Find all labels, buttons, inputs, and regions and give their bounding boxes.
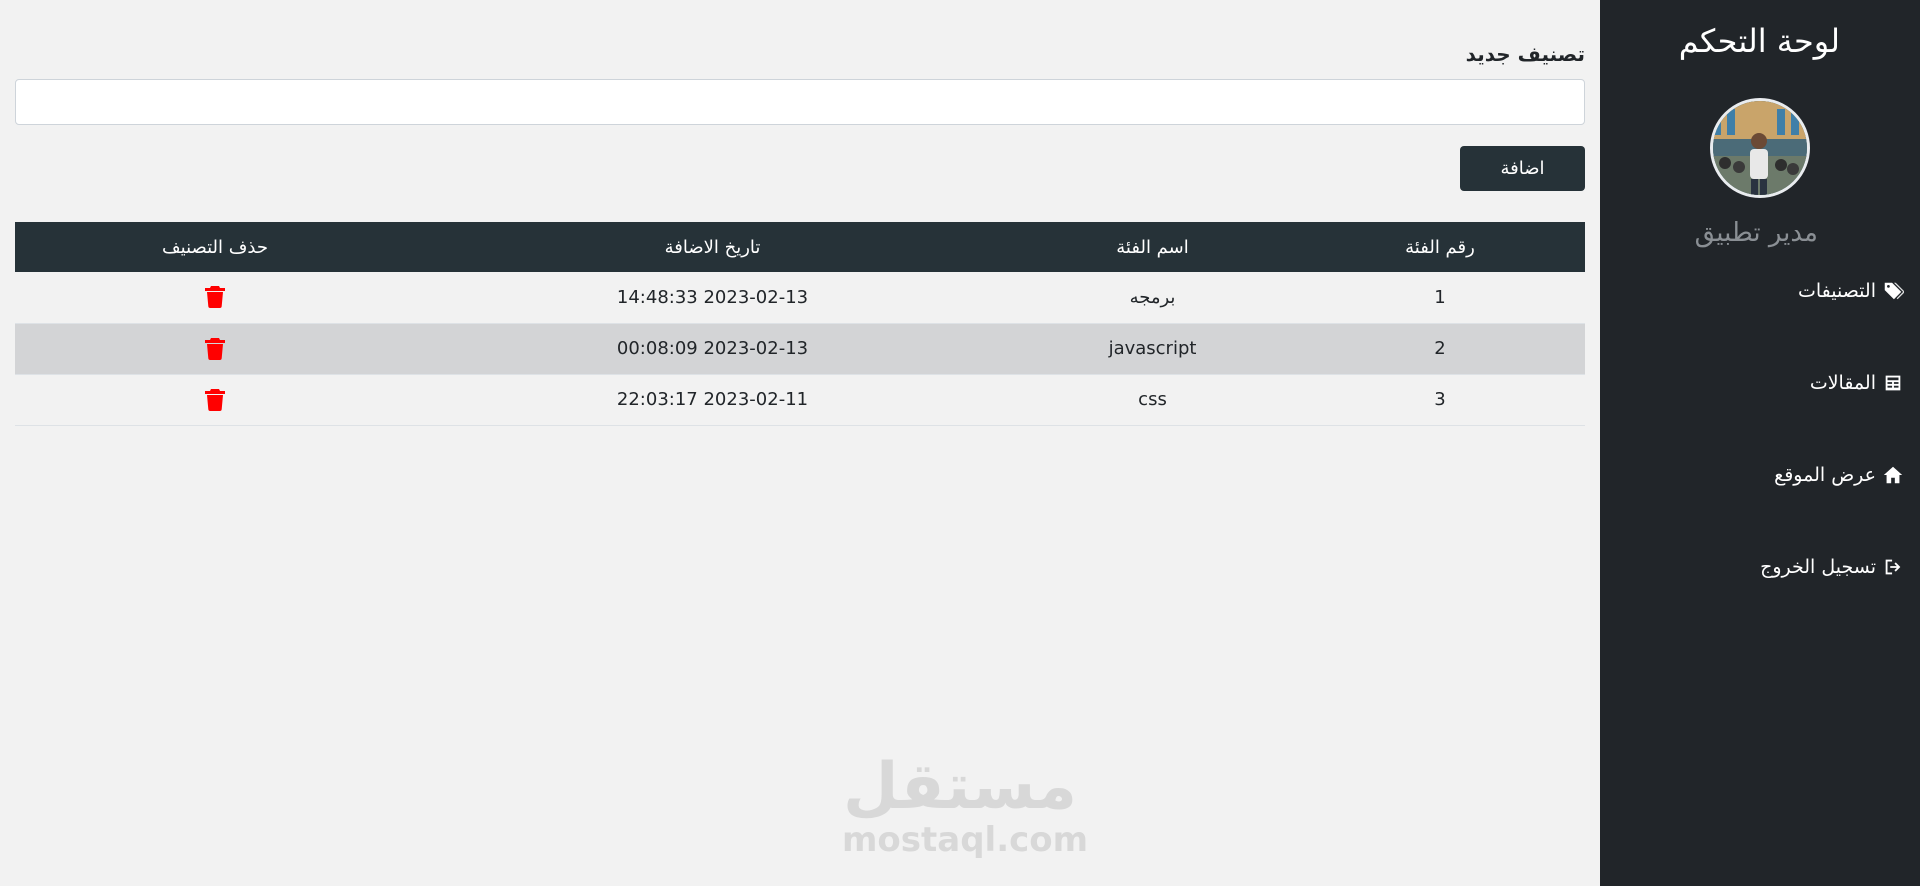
header-category-number: رقم الفئة [1295, 222, 1585, 272]
cell-date-added: 2023-02-13 00:08:09 [415, 323, 1010, 375]
delete-button[interactable] [205, 388, 225, 411]
header-date-added: تاريخ الاضافة [415, 222, 1010, 272]
avatar [1710, 98, 1810, 198]
header-category-name: اسم الفئة [1010, 222, 1295, 272]
tags-icon [1884, 282, 1904, 300]
trash-icon [205, 388, 225, 411]
new-category-label: تصنيف جديد [1465, 42, 1585, 66]
sidebar-item-articles[interactable]: المقالات [1810, 372, 1904, 394]
watermark-logo: مستقل [842, 750, 1078, 824]
watermark: مستقل mostaql.com [842, 750, 1089, 860]
cell-category-name: برمجه [1010, 272, 1295, 324]
add-button[interactable]: اضافة [1460, 146, 1585, 191]
categories-table: رقم الفئة اسم الفئة تاريخ الاضافة حذف ال… [15, 222, 1585, 426]
trash-icon [205, 337, 225, 360]
user-name: مدير تطبيق [1694, 218, 1818, 248]
cell-category-number: 2 [1295, 323, 1585, 375]
cell-date-added: 2023-02-13 14:48:33 [415, 272, 1010, 324]
sidebar-item-view-site[interactable]: عرض الموقع [1774, 464, 1904, 486]
cell-delete [15, 374, 415, 426]
new-category-input[interactable] [15, 79, 1585, 125]
cell-category-number: 3 [1295, 374, 1585, 426]
cell-category-name: css [1010, 374, 1295, 426]
sidebar-item-logout[interactable]: تسجيل الخروج [1760, 556, 1904, 578]
home-icon [1883, 466, 1903, 484]
watermark-domain: mostaql.com [842, 820, 1089, 860]
sidebar-item-label: المقالات [1809, 372, 1876, 394]
table-row: 3 css 2023-02-11 22:03:17 [15, 374, 1585, 426]
logout-icon [1885, 559, 1901, 575]
table-row: 2 javascript 2023-02-13 00:08:09 [15, 323, 1585, 375]
sidebar-item-label: عرض الموقع [1774, 464, 1876, 486]
delete-button[interactable] [205, 337, 225, 360]
sidebar-item-categories[interactable]: التصنيفات [1798, 280, 1904, 302]
delete-button[interactable] [205, 286, 225, 309]
sidebar-title: لوحة التحكم [1678, 22, 1840, 60]
table-header-row: رقم الفئة اسم الفئة تاريخ الاضافة حذف ال… [15, 222, 1585, 272]
newspaper-icon [1885, 375, 1901, 391]
cell-delete [15, 272, 415, 324]
trash-icon [205, 286, 225, 309]
cell-delete [15, 323, 415, 375]
table-row: 1 برمجه 2023-02-13 14:48:33 [15, 272, 1585, 324]
sidebar: لوحة التحكم مدير تطبيق التصنيفات المقالا… [1600, 0, 1920, 886]
header-delete-category: حذف التصنيف [15, 222, 415, 272]
avatar-image [1713, 101, 1807, 195]
sidebar-item-label: تسجيل الخروج [1760, 556, 1876, 578]
cell-category-name: javascript [1010, 323, 1295, 375]
main-content: تصنيف جديد اضافة رقم الفئة اسم الفئة تار… [0, 0, 1600, 886]
cell-category-number: 1 [1295, 272, 1585, 324]
sidebar-item-label: التصنيفات [1797, 280, 1876, 302]
cell-date-added: 2023-02-11 22:03:17 [415, 374, 1010, 426]
